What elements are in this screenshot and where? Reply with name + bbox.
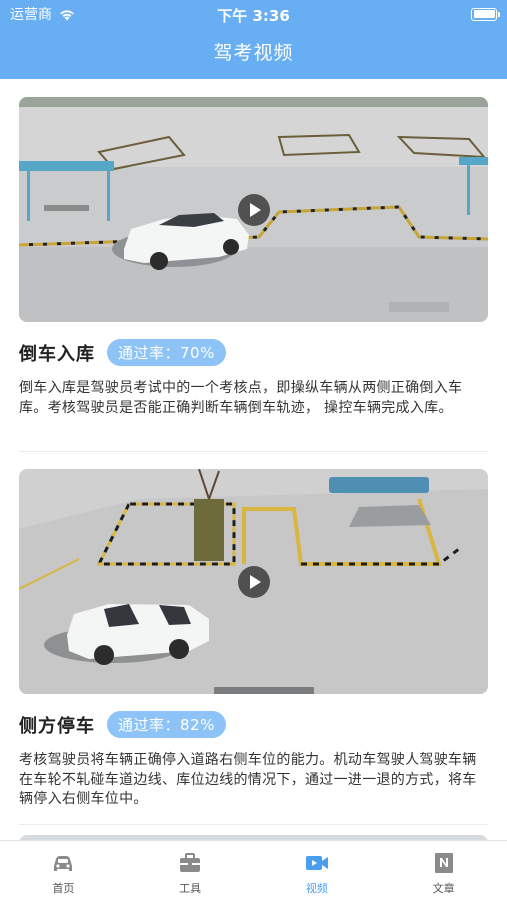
divider [19,824,488,825]
header: 运营商 下午 3:36 驾考视频 [0,0,507,79]
play-button[interactable] [237,193,270,226]
divider [19,451,488,452]
video-card[interactable]: 倒车入库 通过率：70% 倒车入库是驾驶员考试中的一个考核点，即操纵车辆从两侧正… [19,97,488,418]
tab-label: 文章 [432,882,455,895]
tab-label: 首页 [52,882,75,895]
tab-label: 视频 [305,882,328,895]
video-description: 考核驾驶员将车辆正确停入道路右侧车位的能力。机动车驾驶人驾驶车辆在车轮不轧碰车道… [19,752,477,807]
video-title: 倒车入库 [19,343,95,365]
tab-bar: 首页 工具 视频 文章 [0,840,507,900]
status-bar: 运营商 下午 3:36 [0,0,507,28]
tab-tools[interactable]: 工具 [127,841,254,900]
play-button[interactable] [237,565,270,598]
toolbox-icon [180,853,201,872]
pass-rate-badge: 通过率：82% [107,711,226,738]
car-icon [54,856,73,871]
video-camera-icon [305,856,328,870]
tab-articles[interactable]: 文章 [380,841,507,900]
video-title: 侧方停车 [19,715,95,737]
video-card[interactable]: 侧方停车 通过率：82% 考核驾驶员将车辆正确停入道路右侧车位的能力。机动车驾驶… [19,469,488,810]
video-thumbnail[interactable] [19,469,488,694]
video-list[interactable]: 倒车入库 通过率：70% 倒车入库是驾驶员考试中的一个考核点，即操纵车辆从两侧正… [0,79,507,840]
wifi-icon [60,9,74,20]
carrier-label: 运营商 [10,7,52,23]
news-icon [434,853,453,873]
page-title: 驾考视频 [213,42,294,64]
pass-rate-badge: 通过率：70% [107,339,226,366]
video-thumbnail[interactable] [19,97,488,322]
status-time: 下午 3:36 [217,7,290,25]
tab-home[interactable]: 首页 [0,841,127,900]
tab-video[interactable]: 视频 [254,841,381,900]
battery-icon [471,7,500,21]
tab-label: 工具 [179,882,202,895]
video-description: 倒车入库是驾驶员考试中的一个考核点，即操纵车辆从两侧正确倒入车库。考核驾驶员是否… [19,380,463,416]
